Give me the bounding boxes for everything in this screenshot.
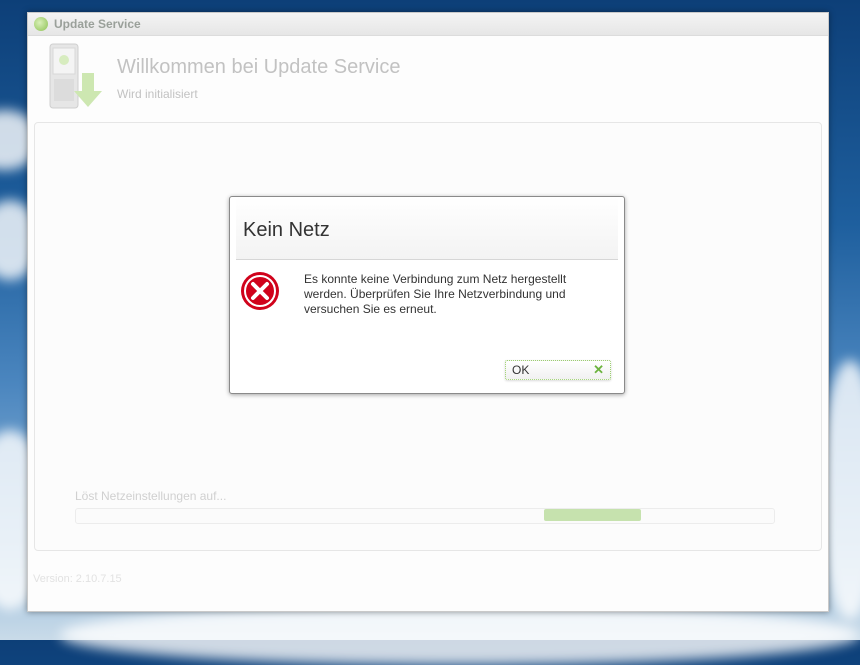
status-text: Löst Netzeinstellungen auf... bbox=[75, 489, 227, 503]
phone-download-icon bbox=[49, 43, 102, 109]
welcome-header: Willkommen bei Update Service Wird initi… bbox=[28, 36, 828, 120]
dialog-message: Es konnte keine Verbindung zum Netz herg… bbox=[304, 272, 567, 316]
background-cloud bbox=[60, 605, 860, 665]
check-icon: ✕ bbox=[593, 362, 604, 377]
error-icon bbox=[241, 272, 279, 310]
progress-bar bbox=[75, 508, 775, 524]
app-logo-icon bbox=[34, 17, 48, 31]
ok-button[interactable]: OK ✕ bbox=[505, 360, 611, 380]
version-label: Version: 2.10.7.15 bbox=[33, 573, 122, 585]
ok-label: OK bbox=[512, 363, 530, 377]
window-title: Update Service bbox=[54, 17, 141, 31]
dialog-title: Kein Netz bbox=[243, 219, 330, 241]
welcome-subtitle: Wird initialisiert bbox=[117, 87, 198, 101]
title-bar[interactable]: Update Service bbox=[28, 13, 828, 36]
error-dialog: Kein Netz Es konnte keine Verbindung zum… bbox=[229, 196, 625, 394]
welcome-title: Willkommen bei Update Service bbox=[117, 56, 401, 78]
progress-fill bbox=[543, 509, 642, 521]
